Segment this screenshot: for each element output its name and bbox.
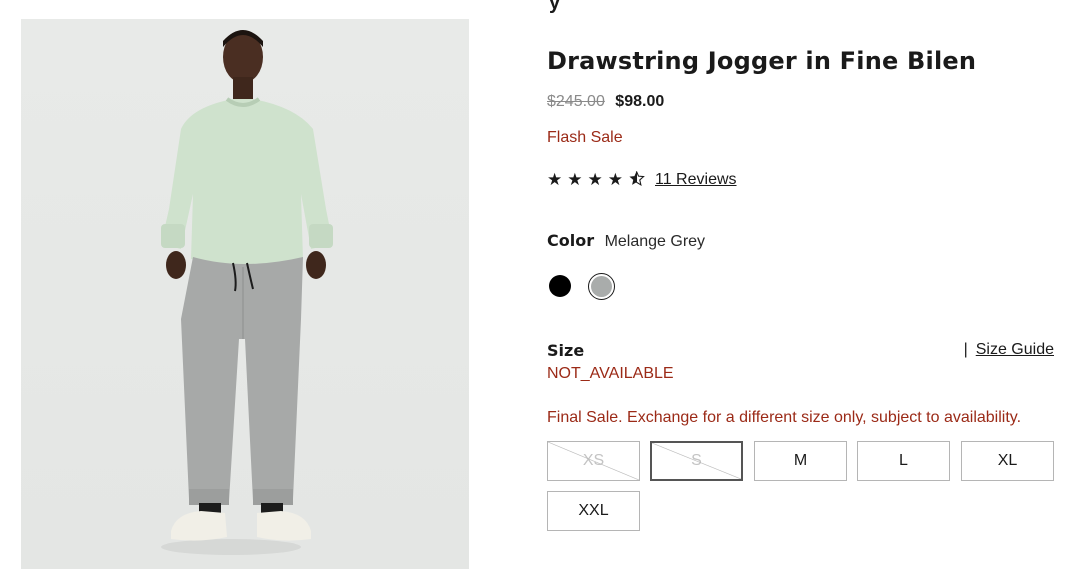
flash-sale-label: Flash Sale — [547, 129, 623, 146]
original-price: $245.00 — [547, 93, 605, 110]
swatch-fill — [591, 276, 612, 297]
color-row: Color Melange Grey — [547, 231, 705, 251]
size-guide-link[interactable]: Size Guide — [976, 341, 1054, 359]
star-icon: ★ — [607, 170, 623, 189]
star-icon: ★ — [587, 170, 603, 189]
final-sale-note: Final Sale. Exchange for a different siz… — [547, 409, 1022, 426]
product-title: Drawstring Jogger in Fine Bilen — [547, 47, 977, 75]
reviews-link[interactable]: 11 Reviews — [655, 171, 737, 189]
rating-row: ★ ★ ★ ★ 11 Reviews — [547, 170, 737, 190]
color-swatch-black[interactable] — [549, 275, 571, 297]
availability-status: NOT_AVAILABLE — [547, 365, 674, 382]
size-option-m[interactable]: M — [754, 441, 847, 481]
size-option-xl[interactable]: XL — [961, 441, 1054, 481]
price-row: $245.00 $98.00 — [547, 93, 664, 111]
color-swatch-melange-grey[interactable] — [588, 273, 615, 300]
size-option-l[interactable]: L — [857, 441, 950, 481]
size-option-xs[interactable]: XS — [547, 441, 640, 481]
product-image — [21, 19, 469, 569]
color-label: Color — [547, 231, 595, 250]
selected-color-name: Melange Grey — [604, 233, 706, 250]
size-option-xxl[interactable]: XXL — [547, 491, 640, 531]
size-label: Size — [547, 341, 585, 360]
header-fragment: y — [549, 0, 561, 14]
half-star-icon — [628, 170, 645, 190]
size-option-s[interactable]: S — [650, 441, 743, 481]
star-icon: ★ — [567, 170, 583, 189]
star-icon: ★ — [547, 170, 563, 189]
separator: | — [963, 341, 968, 358]
star-rating: ★ ★ ★ ★ — [547, 170, 645, 190]
sale-price: $98.00 — [615, 93, 665, 110]
model-photo — [161, 30, 333, 555]
size-guide-wrap: | Size Guide — [964, 341, 1054, 359]
